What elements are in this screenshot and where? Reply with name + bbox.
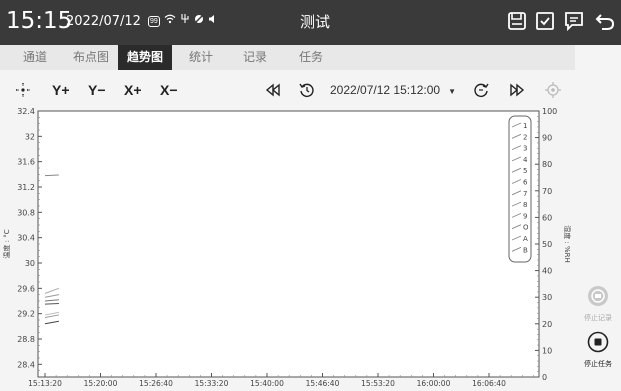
locate-icon[interactable] (544, 81, 562, 99)
y-right-tick-label: 30 (542, 293, 552, 302)
y-left-tick-label: 30.8 (17, 208, 35, 217)
message-icon[interactable] (563, 10, 585, 32)
record-icon (588, 286, 608, 306)
legend-item: A (523, 235, 528, 243)
x-tick-label: 15:46:40 (306, 379, 340, 388)
legend-item: 2 (523, 133, 527, 141)
chart-toolbar: Y+ Y− X+ X− 2022/07/12 15:12:00 ▼ (0, 72, 575, 108)
y-zoom-out-button[interactable]: Y− (88, 81, 106, 99)
tab-records[interactable]: 记录 (234, 45, 276, 70)
tab-trend[interactable]: 趋势图 (118, 45, 172, 70)
y-left-tick-label: 32 (25, 132, 35, 141)
trend-chart[interactable]: 32.4 32 31.6 31.2 30.8 30.4 30 29.6 29.2 28.8 28.4… (0, 108, 575, 391)
y-right-axis-label: 湿度 : %RH (563, 225, 572, 263)
y-left-tick-label: 28.8 (17, 335, 35, 344)
legend-item: 7 (523, 190, 527, 198)
y-left-tick-label: 29.6 (17, 284, 35, 293)
legend-item: 6 (523, 179, 528, 187)
y-right-tick-label: 10 (542, 346, 552, 355)
y-left-tick-label: 30.4 (17, 234, 35, 243)
y-left-tick-label: 32.4 (17, 108, 35, 116)
y-right-tick-label: 50 (542, 240, 552, 249)
x-tick-label: 15:26:40 (139, 379, 173, 388)
x-tick-label: 15:33:20 (195, 379, 229, 388)
wifi-icon (164, 13, 176, 29)
legend-item: 3 (523, 145, 527, 153)
right-sidebar: 停止记录 停止任务 (575, 45, 621, 391)
y-right-tick-label: 80 (542, 160, 552, 169)
crosshair-icon[interactable] (14, 81, 32, 99)
y-right-tick-label: 20 (542, 320, 552, 329)
save-icon[interactable] (506, 10, 528, 32)
page-title: 测试 (300, 14, 331, 31)
trend-chart-svg: 32.43231.631.230.830.43029.629.228.828.4… (2, 108, 572, 388)
series-line-1 (44, 174, 59, 177)
status-icons: 99 (148, 13, 218, 29)
y-right-tick-label: 90 (542, 134, 552, 143)
tab-channel[interactable]: 通道 (14, 45, 56, 70)
speaker-icon (208, 13, 218, 29)
stop-task-button[interactable]: 停止任务 (575, 331, 621, 369)
y-right-tick-label: 40 (542, 267, 552, 276)
x-tick-label: 15:13:20 (28, 379, 62, 388)
y-right-tick-label: 70 (542, 187, 552, 196)
stop-record-button[interactable]: 停止记录 (575, 285, 621, 323)
legend-item: 9 (523, 212, 527, 220)
y-right-tick-label: 60 (542, 213, 552, 222)
y-left-tick-label: 28.4 (17, 360, 35, 369)
legend-item: 5 (523, 167, 527, 175)
dropdown-arrow-icon: ▼ (448, 87, 457, 96)
date: 2022/07/12 (66, 14, 141, 29)
y-right-tick-label: 0 (542, 373, 547, 382)
legend-item: B (523, 246, 528, 254)
tab-statistics[interactable]: 统计 (180, 45, 222, 70)
y-left-tick-label: 31.6 (17, 158, 35, 167)
x-tick-label: 16:06:40 (472, 379, 506, 388)
back-icon[interactable] (594, 10, 616, 32)
usb-icon (180, 13, 190, 29)
y-left-axis-label: 温度 : °C (2, 229, 11, 258)
tab-layout[interactable]: 布点图 (68, 45, 114, 70)
tab-tasks[interactable]: 任务 (290, 45, 332, 70)
stop-icon (587, 331, 609, 353)
stop-record-label: 停止记录 (584, 315, 612, 322)
legend-item: 8 (523, 201, 527, 209)
x-tick-label: 15:20:00 (84, 379, 118, 388)
status-bar: 15:15 2022/07/12 99 测试 (0, 0, 621, 45)
series-line-5 (44, 303, 59, 305)
datetime-select[interactable]: 2022/07/12 15:12:00 ▼ (330, 81, 456, 101)
legend-item: 1 (523, 122, 527, 130)
y-left-tick-label: 30 (25, 259, 35, 268)
y-left-tick-label: 29.2 (17, 310, 35, 319)
plot-area (37, 110, 540, 378)
y-left-tick-label: 31.2 (17, 183, 35, 192)
checkbox-icon[interactable] (534, 10, 556, 32)
tab-bar: 通道 布点图 趋势图 统计 记录 任务 (0, 45, 575, 70)
forward-time-icon[interactable] (472, 81, 490, 99)
x-zoom-in-button[interactable]: X+ (124, 81, 142, 99)
fast-forward-icon[interactable] (508, 81, 526, 99)
x-tick-label: 15:40:00 (250, 379, 284, 388)
x-tick-label: 15:53:20 (361, 379, 395, 388)
y-right-tick-label: 100 (542, 108, 557, 116)
x-zoom-out-button[interactable]: X− (160, 81, 178, 99)
history-icon[interactable] (298, 81, 316, 99)
stop-task-label: 停止任务 (584, 361, 612, 368)
datetime-value: 2022/07/12 15:12:00 (330, 83, 441, 97)
legend-item: 4 (523, 156, 528, 164)
no-signal-icon (194, 13, 204, 29)
x-tick-label: 16:00:00 (417, 379, 451, 388)
clock: 15:15 (6, 8, 73, 34)
legend-item: O (523, 224, 529, 232)
y-zoom-in-button[interactable]: Y+ (52, 81, 70, 99)
rewind-icon[interactable] (264, 81, 282, 99)
battery-icon: 99 (148, 15, 160, 27)
